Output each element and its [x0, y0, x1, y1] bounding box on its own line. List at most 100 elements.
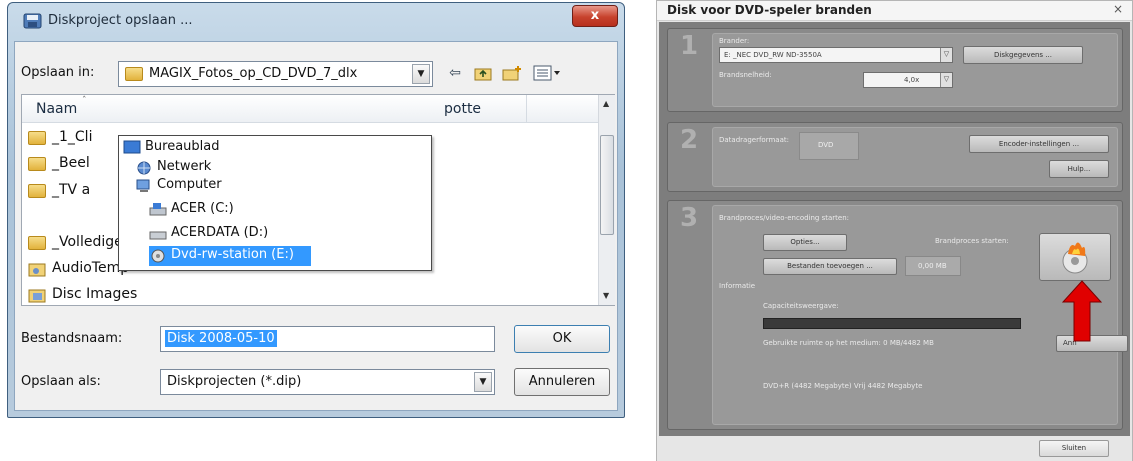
dropdown-item-dvd-drive[interactable]: Dvd-rw-station (E:)	[149, 246, 311, 266]
file-list-scrollbar[interactable]: ▲ ▼	[598, 95, 615, 305]
burner-value: E: _NEC DVD_RW ND-3550A	[724, 51, 822, 59]
image-folder-icon	[28, 289, 46, 303]
burner-label: Brander:	[719, 37, 750, 45]
save-dialog-body: Opslaan in: MAGIX_Fotos_op_CD_DVD_7_dlx …	[14, 41, 618, 411]
save-in-value: MAGIX_Fotos_op_CD_DVD_7_dlx	[149, 66, 358, 81]
cancel-button[interactable]: Annuleren	[514, 368, 610, 396]
computer-icon	[136, 179, 150, 192]
folder-icon	[28, 184, 46, 198]
drive-icon	[149, 231, 167, 240]
capacity-bar	[763, 318, 1021, 329]
network-icon	[137, 161, 151, 175]
format-label: Datadragerformaat:	[719, 136, 789, 144]
column-partial-header[interactable]: potte	[444, 101, 481, 117]
burn-process-group: Brandproces/video-encoding starten: Opti…	[712, 205, 1128, 425]
chevron-down-icon[interactable]: ▼	[474, 372, 492, 392]
dropdown-item-label: ACERDATA (D:)	[171, 225, 269, 240]
back-arrow-icon[interactable]: ⇦	[445, 64, 465, 82]
disc-info-button[interactable]: Diskgegevens ...	[963, 46, 1083, 64]
save-in-label: Opslaan in:	[21, 65, 95, 80]
size-display: 0,00 MB	[905, 256, 961, 276]
save-dialog-title: Diskproject opslaan ...	[48, 13, 193, 28]
chevron-down-icon[interactable]: ▼	[412, 64, 430, 84]
save-disk-icon	[23, 13, 42, 29]
filename-value: Disk 2008-05-10	[165, 330, 277, 347]
capacity-label: Capaciteitsweergave:	[763, 302, 839, 310]
save-in-dropdown-list[interactable]: Bureaublad Netwerk Computer ACER (C:) AC…	[118, 135, 432, 271]
column-name-header[interactable]: Naam	[36, 101, 77, 117]
list-item-label: _1_Cli	[52, 129, 93, 145]
burn-dialog-body: 1 Brander: E: _NEC DVD_RW ND-3550A ▽ Dis…	[659, 22, 1130, 436]
step-number: 2	[680, 125, 699, 155]
info-label: Informatie	[719, 282, 756, 290]
format-display: DVD	[799, 132, 859, 160]
help-button[interactable]: Hulp...	[1049, 160, 1109, 178]
saveas-value: Diskprojecten (*.dip)	[167, 374, 302, 389]
step-number: 1	[680, 31, 699, 61]
section-burner: 1 Brander: E: _NEC DVD_RW ND-3550A ▽ Dis…	[667, 28, 1123, 112]
burn-dialog-close-button[interactable]: ×	[1113, 2, 1123, 16]
chevron-down-icon[interactable]: ▽	[940, 48, 952, 62]
red-arrow-icon	[1062, 280, 1102, 342]
step-number: 3	[680, 203, 699, 233]
free-space-text: DVD+R (4482 Megabyte) Vrij 4482 Megabyte	[763, 382, 923, 390]
burner-group: Brander: E: _NEC DVD_RW ND-3550A ▽ Diskg…	[712, 33, 1118, 107]
sort-indicator-icon: ˆ	[82, 96, 87, 106]
filename-field[interactable]: Disk 2008-05-10	[160, 326, 495, 352]
encoder-settings-button[interactable]: Encoder-instellingen ...	[969, 135, 1109, 153]
new-folder-icon[interactable]	[501, 64, 521, 82]
folder-icon	[125, 67, 143, 81]
dropdown-item-label: Dvd-rw-station (E:)	[171, 247, 294, 262]
burn-dialog-title-bar: Disk voor DVD-speler branden ×	[657, 1, 1132, 21]
burn-dialog-title: Disk voor DVD-speler branden	[667, 3, 872, 17]
folder-icon	[28, 236, 46, 250]
scroll-down-icon[interactable]: ▼	[603, 291, 609, 300]
drive-icon	[149, 203, 167, 216]
list-item-label: _Beel	[52, 155, 90, 171]
format-group: Datadragerformaat: DVD Encoder-instellin…	[712, 127, 1118, 187]
save-dialog: Diskproject opslaan ... x Opslaan in: MA…	[7, 2, 625, 418]
audio-folder-icon	[28, 263, 46, 277]
dropdown-item-label: Netwerk	[157, 159, 212, 174]
chevron-down-icon[interactable]: ▽	[940, 73, 952, 87]
format-value: DVD	[818, 141, 834, 149]
dropdown-item-label: Bureaublad	[145, 139, 220, 154]
file-list-header: Naam ˆ potte	[22, 95, 598, 123]
save-in-combo[interactable]: MAGIX_Fotos_op_CD_DVD_7_dlx ▼	[118, 61, 433, 87]
burn-dialog: Disk voor DVD-speler branden × 1 Brander…	[656, 0, 1133, 461]
speed-value: 4,0x	[904, 76, 920, 84]
burner-select[interactable]: E: _NEC DVD_RW ND-3550A ▽	[719, 47, 953, 63]
add-files-button[interactable]: Bestanden toevoegen ...	[763, 258, 897, 275]
list-item-label: Disc Images	[52, 286, 138, 302]
saveas-label: Opslaan als:	[21, 374, 101, 389]
ok-button[interactable]: OK	[514, 325, 610, 353]
column-divider	[526, 95, 527, 123]
view-menu-icon[interactable]	[533, 64, 563, 82]
dropdown-item-label: ACER (C:)	[171, 201, 234, 216]
up-folder-icon[interactable]	[473, 64, 493, 82]
speed-label: Brandsnelheid:	[719, 71, 772, 79]
usage-text: Gebruikte ruimte op het medium: 0 MB/448…	[763, 339, 934, 347]
start-burn-label: Brandproces starten:	[935, 237, 1009, 245]
options-button[interactable]: Opties...	[763, 234, 847, 251]
saveas-combo[interactable]: Diskprojecten (*.dip) ▼	[160, 369, 495, 395]
dvd-drive-icon	[151, 249, 165, 263]
section-burn-process: 3 Brandproces/video-encoding starten: Op…	[667, 200, 1128, 430]
folder-icon	[28, 131, 46, 145]
section-format: 2 Datadragerformaat: DVD Encoder-instell…	[667, 122, 1123, 192]
scrollbar-thumb[interactable]	[600, 135, 614, 235]
dropdown-item-label: Computer	[157, 177, 222, 192]
size-value: 0,00 MB	[918, 262, 947, 270]
filename-label: Bestandsnaam:	[21, 331, 123, 346]
desktop-icon	[123, 140, 141, 154]
list-item-label: _TV a	[52, 182, 91, 198]
burn-process-heading: Brandproces/video-encoding starten:	[719, 214, 850, 222]
close-button[interactable]: Sluiten	[1039, 440, 1109, 457]
scroll-up-icon[interactable]: ▲	[603, 99, 609, 108]
start-burn-button[interactable]	[1039, 233, 1111, 281]
save-dialog-close-button[interactable]: x	[572, 5, 618, 27]
speed-select[interactable]: 4,0x ▽	[863, 72, 953, 88]
burn-disc-icon	[1062, 242, 1088, 274]
burn-dialog-footer: Sluiten	[657, 437, 1132, 461]
folder-icon	[28, 157, 46, 171]
